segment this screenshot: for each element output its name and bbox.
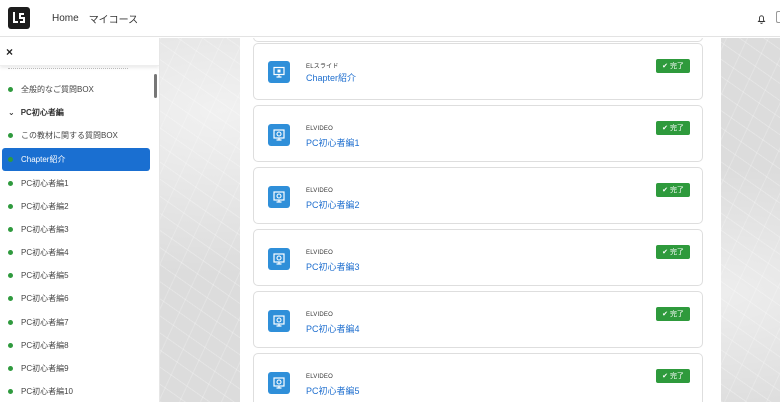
status-dot-icon: [8, 320, 13, 325]
activity-title-link[interactable]: PC初心者編4: [306, 322, 360, 335]
sidebar-item-general-questions[interactable]: 全般的なご質問BOX: [0, 78, 156, 101]
status-dot-icon: [8, 343, 13, 348]
activity-list: ELスライド Chapter紹介 ✔ 完了 ELVIDEO PC初心者編1 ✔ 完了: [240, 38, 721, 402]
activity-title-link[interactable]: PC初心者編2: [306, 198, 360, 211]
activity-card[interactable]: ELVIDEO PC初心者編1 ✔ 完了: [253, 105, 703, 162]
top-bar: Home マイコース: [0, 0, 780, 37]
sidebar-group-pc-beginner[interactable]: ⌄ PC初心者編: [0, 101, 156, 124]
video-icon: [268, 124, 290, 146]
activity-type: ELVIDEO: [306, 250, 333, 256]
activity-type: ELVIDEO: [306, 188, 333, 194]
sidebar-item-pc-4[interactable]: PC初心者編4: [0, 241, 156, 264]
nav-my-course-link[interactable]: マイコース: [89, 11, 139, 26]
status-dot-icon: [8, 204, 13, 209]
bell-icon[interactable]: [757, 11, 766, 29]
user-menu-edge[interactable]: [776, 11, 780, 23]
sidebar-item-pc-7[interactable]: PC初心者編7: [0, 311, 156, 334]
activity-type: ELVIDEO: [306, 374, 333, 380]
check-icon: ✔: [662, 187, 668, 194]
sidebar-item-chapter-intro[interactable]: Chapter紹介: [2, 148, 150, 171]
chevron-down-icon: ⌄: [8, 108, 15, 117]
sidebar-header: ×: [0, 38, 159, 66]
sidebar-item-pc-2[interactable]: PC初心者編2: [0, 195, 156, 218]
activity-type: ELVIDEO: [306, 126, 333, 132]
sidebar-item-material-questions[interactable]: この教材に関する質問BOX: [0, 124, 156, 147]
slide-icon: [268, 61, 290, 83]
check-icon: ✔: [662, 249, 668, 256]
sidebar-item-pc-3[interactable]: PC初心者編3: [0, 218, 156, 241]
close-icon[interactable]: ×: [6, 45, 13, 59]
check-icon: ✔: [662, 311, 668, 318]
activity-title-link[interactable]: PC初心者編3: [306, 260, 360, 273]
sidebar-item-pc-5[interactable]: PC初心者編5: [0, 264, 156, 287]
course-sidebar: × 全般的なご質問BOX ⌄ PC初心者編 この教材に関する質問BOX Chap…: [0, 38, 160, 402]
status-dot-icon: [8, 273, 13, 278]
sidebar-item-pc-6[interactable]: PC初心者編6: [0, 287, 156, 310]
sidebar-clipped-item: [8, 68, 128, 70]
status-dot-icon: [8, 227, 13, 232]
check-icon: ✔: [662, 125, 668, 132]
sidebar-item-pc-8[interactable]: PC初心者編8: [0, 334, 156, 357]
status-dot-icon: [8, 157, 13, 162]
video-icon: [268, 310, 290, 332]
activity-title-link[interactable]: PC初心者編5: [306, 384, 360, 397]
sidebar-item-pc-9[interactable]: PC初心者編9: [0, 357, 156, 380]
sidebar-item-pc-1[interactable]: PC初心者編1: [0, 172, 156, 195]
site-logo[interactable]: [8, 7, 30, 29]
check-icon: ✔: [662, 63, 668, 70]
completed-badge: ✔ 完了: [656, 245, 690, 259]
completed-badge: ✔ 完了: [656, 183, 690, 197]
activity-title-link[interactable]: Chapter紹介: [306, 71, 356, 84]
video-icon: [268, 248, 290, 270]
main-content: ELスライド Chapter紹介 ✔ 完了 ELVIDEO PC初心者編1 ✔ 完了: [160, 38, 780, 402]
activity-card[interactable]: ELVIDEO PC初心者編4 ✔ 完了: [253, 291, 703, 348]
status-dot-icon: [8, 389, 13, 394]
activity-card[interactable]: ELスライド Chapter紹介 ✔ 完了: [253, 43, 703, 100]
status-dot-icon: [8, 133, 13, 138]
video-icon: [268, 186, 290, 208]
activity-card[interactable]: ELVIDEO PC初心者編3 ✔ 完了: [253, 229, 703, 286]
sidebar-item-pc-10[interactable]: PC初心者編10: [0, 380, 156, 402]
status-dot-icon: [8, 296, 13, 301]
status-dot-icon: [8, 250, 13, 255]
activity-type: ELVIDEO: [306, 312, 333, 318]
completed-badge: ✔ 完了: [656, 121, 690, 135]
check-icon: ✔: [662, 373, 668, 380]
activity-title-link[interactable]: PC初心者編1: [306, 136, 360, 149]
completed-badge: ✔ 完了: [656, 59, 690, 73]
video-icon: [268, 372, 290, 394]
status-dot-icon: [8, 181, 13, 186]
previous-card-edge: [253, 38, 703, 42]
activity-card[interactable]: ELVIDEO PC初心者編2 ✔ 完了: [253, 167, 703, 224]
activity-card[interactable]: ELVIDEO PC初心者編5 ✔ 完了: [253, 353, 703, 402]
status-dot-icon: [8, 366, 13, 371]
completed-badge: ✔ 完了: [656, 369, 690, 383]
nav-home-link[interactable]: Home: [52, 13, 79, 24]
completed-badge: ✔ 完了: [656, 307, 690, 321]
status-dot-icon: [8, 87, 13, 92]
activity-type: ELスライド: [306, 64, 339, 70]
